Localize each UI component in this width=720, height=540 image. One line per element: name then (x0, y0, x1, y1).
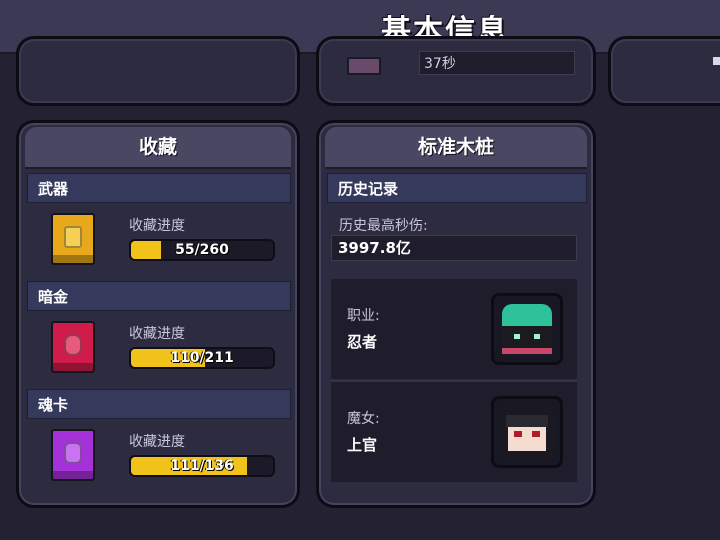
progress-text-dark-gold: 110/211 (170, 350, 234, 366)
collection-title: 收藏 (25, 127, 291, 169)
top-panel-left (16, 36, 300, 106)
progress-label-weapons: 收藏进度 (129, 218, 185, 234)
job-card: 职业: 忍者 (331, 279, 577, 379)
best-dps-value: 3997.8亿 (331, 235, 577, 261)
top-panel-right (608, 36, 720, 106)
purple-book-icon[interactable] (51, 429, 95, 481)
witch-card: 魔女: 上官 (331, 382, 577, 482)
progress-label-soul-card: 收藏进度 (129, 434, 185, 450)
progress-text-soul-card: 111/136 (170, 458, 234, 474)
progress-text-weapons: 55/260 (175, 242, 229, 258)
top-dot-icon (713, 57, 720, 65)
best-dps-label: 历史最高秒伤: (339, 218, 428, 234)
job-label: 职业: (347, 308, 380, 324)
section-soul-card: 魂卡 (27, 389, 291, 419)
progress-bar-weapons: 55/260 (129, 239, 275, 261)
top-panel-middle: 37秒 (316, 36, 596, 106)
witch-avatar-icon[interactable] (491, 396, 563, 468)
section-dark-gold: 暗金 (27, 281, 291, 311)
collection-panel: 收藏 武器 收藏进度 55/260 暗金 收藏进度 110/211 魂卡 收藏进… (16, 120, 300, 508)
witch-value: 上官 (347, 436, 378, 454)
progress-bar-dark-gold: 110/211 (129, 347, 275, 369)
top-thumbnail-icon (347, 57, 381, 75)
ninja-avatar-icon[interactable] (491, 293, 563, 365)
job-value: 忍者 (347, 333, 378, 351)
red-book-icon[interactable] (51, 321, 95, 373)
gold-book-icon[interactable] (51, 213, 95, 265)
witch-label: 魔女: (347, 411, 380, 427)
progress-bar-soul-card: 111/136 (129, 455, 275, 477)
dummy-title: 标准木桩 (325, 127, 587, 169)
top-time-value: 37秒 (419, 51, 575, 75)
progress-label-dark-gold: 收藏进度 (129, 326, 185, 342)
history-section: 历史记录 (327, 173, 587, 203)
section-weapons: 武器 (27, 173, 291, 203)
dummy-panel: 标准木桩 历史记录 历史最高秒伤: 3997.8亿 职业: 忍者 魔女: 上官 (316, 120, 596, 508)
